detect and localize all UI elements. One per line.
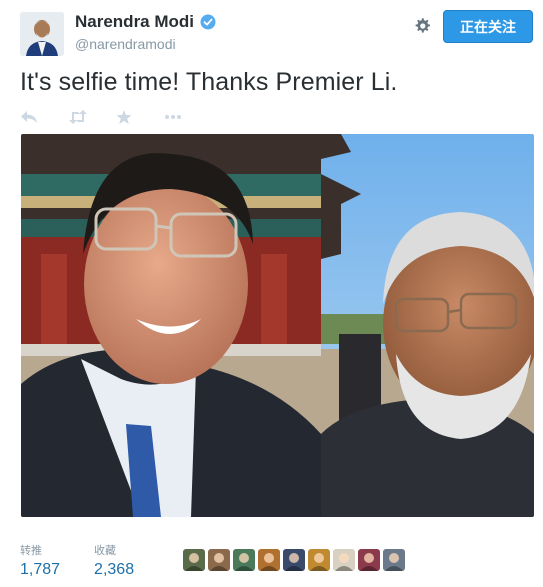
retweet-count[interactable]: 转推 1,787 — [20, 542, 60, 579]
reply-icon — [21, 111, 37, 123]
retweet-count-value: 1,787 — [20, 561, 61, 578]
following-button[interactable]: 正在关注 — [443, 10, 533, 43]
retweet-button[interactable] — [68, 106, 116, 128]
more-button[interactable] — [164, 106, 212, 128]
favoriter-avatar[interactable] — [233, 549, 255, 571]
gear-icon[interactable] — [410, 14, 434, 38]
retweet-count-label: 转推 — [20, 545, 42, 557]
favorite-count[interactable]: 收藏 2,368 — [94, 542, 134, 579]
retweet-icon — [69, 110, 87, 124]
favorite-star-icon — [116, 110, 132, 124]
account-name-row[interactable]: Narendra Modi — [75, 12, 216, 32]
tweet-actions — [20, 106, 212, 128]
favoriter-avatar[interactable] — [183, 549, 205, 571]
account-handle[interactable]: @narendramodi — [75, 36, 176, 52]
favoriter-avatar[interactable] — [308, 549, 330, 571]
verified-badge-icon — [200, 14, 216, 30]
more-icon — [165, 115, 181, 119]
favorite-count-label: 收藏 — [94, 545, 117, 557]
favoriter-avatar[interactable] — [358, 549, 380, 571]
favoriter-avatar[interactable] — [283, 549, 305, 571]
favoriter-avatar[interactable] — [258, 549, 280, 571]
favorite-count-value: 2,368 — [94, 561, 135, 578]
favorite-button[interactable] — [116, 106, 164, 128]
tweet-text: It's selfie time! Thanks Premier Li. — [20, 68, 398, 96]
account-name[interactable]: Narendra Modi — [75, 12, 194, 32]
favoriter-avatar[interactable] — [333, 549, 355, 571]
favoriter-avatar[interactable] — [208, 549, 230, 571]
tweet-stats: 转推 1,787 收藏 2,368 — [20, 542, 168, 579]
profile-avatar[interactable] — [20, 12, 64, 56]
favoriter-avatars — [183, 549, 405, 571]
reply-button[interactable] — [20, 106, 68, 128]
favoriter-avatar[interactable] — [383, 549, 405, 571]
tweet-photo[interactable] — [21, 134, 534, 517]
